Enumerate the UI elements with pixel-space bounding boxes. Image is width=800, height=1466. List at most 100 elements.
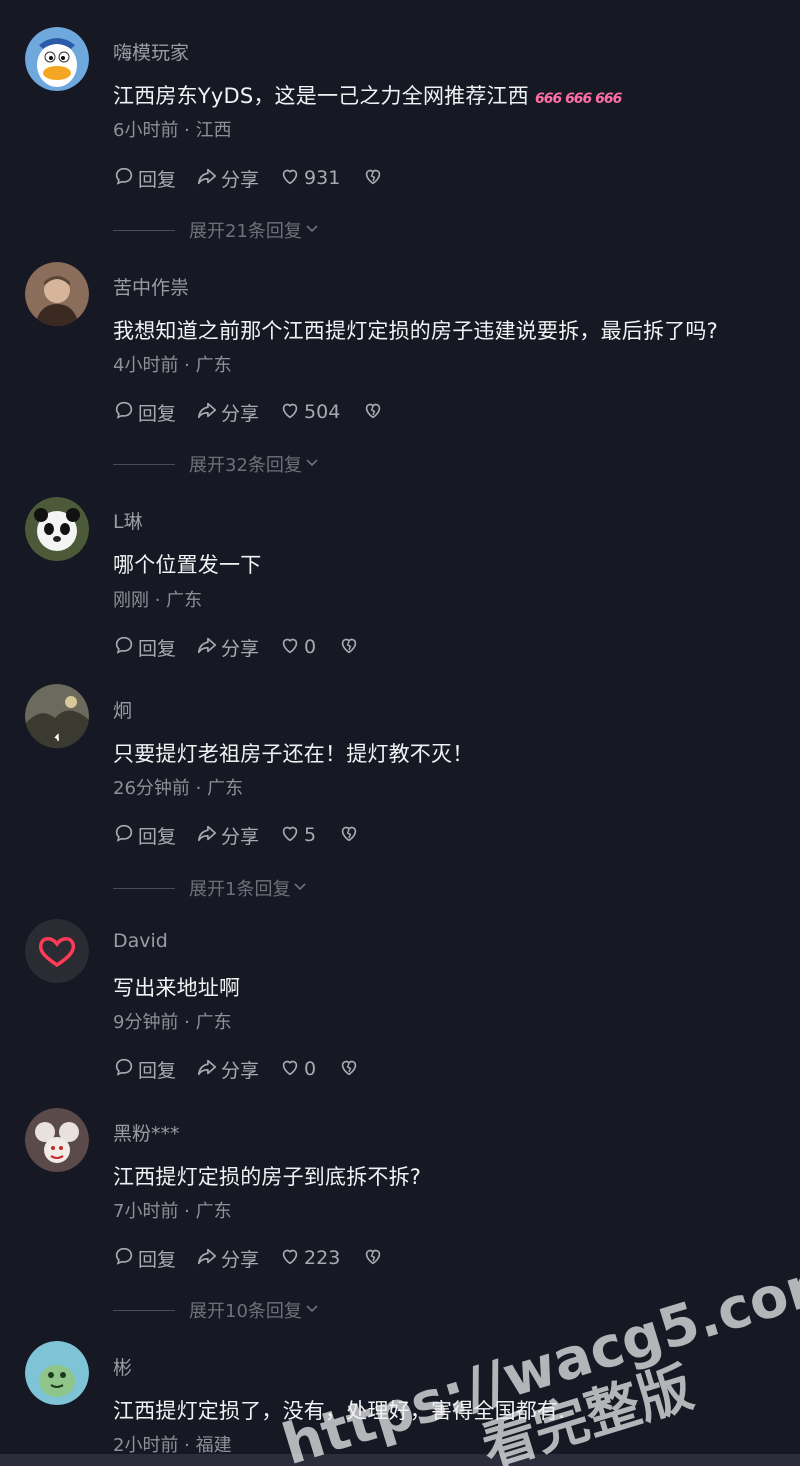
comment-actions: 回复 分享 5 xyxy=(113,821,383,849)
watermark-url: https://wacg5.com xyxy=(275,1245,800,1466)
comment-text: 江西提灯定损了，没有，处理好，害得全国都有. xyxy=(113,1399,566,1423)
comment-username[interactable]: L琳 xyxy=(113,507,143,534)
dislike-button[interactable] xyxy=(338,822,363,849)
like-count: 504 xyxy=(304,401,341,423)
reply-button[interactable]: 回复 xyxy=(113,822,176,849)
comment-meta: 刚刚 · 广东 xyxy=(113,590,203,611)
bottom-bar xyxy=(0,1454,800,1466)
reply-button[interactable]: 回复 xyxy=(113,399,176,426)
reply-button[interactable]: 回复 xyxy=(113,634,176,661)
reply-icon xyxy=(113,822,138,849)
like-count: 0 xyxy=(304,1058,317,1080)
emoji-666: 666 666 666 xyxy=(534,91,622,107)
comment-meta: 26分钟前 · 广东 xyxy=(113,778,244,799)
expand-replies-label: 展开10条回复 xyxy=(189,1301,302,1322)
avatar[interactable] xyxy=(25,684,89,748)
share-label: 分享 xyxy=(221,1248,260,1271)
reply-label: 回复 xyxy=(138,1248,177,1271)
comment-actions: 回复 分享 223 xyxy=(113,1244,407,1272)
chevron-down-icon xyxy=(302,220,320,241)
like-count: 223 xyxy=(304,1247,341,1269)
avatar[interactable] xyxy=(25,27,89,91)
comment-actions: 回复 分享 931 xyxy=(113,164,407,192)
comment-text: 写出来地址啊 xyxy=(113,976,241,1000)
dislike-button[interactable] xyxy=(362,399,387,426)
comment-meta: 9分钟前 · 广东 xyxy=(113,1012,232,1033)
comment-meta: 4小时前 · 广东 xyxy=(113,355,232,376)
comment-text: 江西房东YyDS，这是一己之力全网推荐江西 666 666 666 xyxy=(113,80,622,110)
share-button[interactable]: 分享 xyxy=(196,634,259,661)
heart-icon xyxy=(279,1056,304,1083)
dislike-button[interactable] xyxy=(362,1245,387,1272)
share-label: 分享 xyxy=(221,637,260,660)
comment-text: 哪个位置发一下 xyxy=(113,553,262,577)
watermark: https://wacg5.com 看完整版 xyxy=(250,1245,800,1466)
like-button[interactable]: 5 xyxy=(279,822,316,849)
share-button[interactable]: 分享 xyxy=(196,165,259,192)
like-button[interactable]: 0 xyxy=(279,634,316,661)
chevron-down-icon xyxy=(302,1300,320,1321)
comment-username[interactable]: 嗨模玩家 xyxy=(113,38,189,65)
comment-username[interactable]: 黑粉*** xyxy=(113,1119,180,1146)
broken-heart-icon xyxy=(362,165,387,192)
reply-icon xyxy=(113,1056,138,1083)
heart-icon xyxy=(279,165,304,192)
share-label: 分享 xyxy=(221,168,260,191)
broken-heart-icon xyxy=(338,634,363,661)
avatar[interactable] xyxy=(25,1341,89,1405)
expand-replies-button[interactable]: 展开21条回复 xyxy=(113,218,320,242)
avatar[interactable] xyxy=(25,262,89,326)
divider-line xyxy=(113,887,175,889)
avatar[interactable] xyxy=(25,1108,89,1172)
comment-meta: 6小时前 · 江西 xyxy=(113,120,232,141)
comment-actions: 回复 分享 504 xyxy=(113,398,407,426)
avatar[interactable] xyxy=(25,497,89,561)
divider-line xyxy=(113,229,175,231)
heart-icon xyxy=(279,399,304,426)
reply-button[interactable]: 回复 xyxy=(113,1245,176,1272)
reply-icon xyxy=(113,165,138,192)
share-button[interactable]: 分享 xyxy=(196,1056,259,1083)
like-button[interactable]: 504 xyxy=(279,399,340,426)
expand-replies-label: 展开32条回复 xyxy=(189,455,302,476)
expand-replies-button[interactable]: 展开10条回复 xyxy=(113,1298,320,1322)
share-icon xyxy=(196,1245,221,1272)
heart-icon xyxy=(279,634,304,661)
divider-line xyxy=(113,1309,175,1311)
comment-username[interactable]: 炯 xyxy=(113,696,132,723)
share-icon xyxy=(196,822,221,849)
share-label: 分享 xyxy=(221,402,260,425)
expand-replies-button[interactable]: 展开1条回复 xyxy=(113,876,308,900)
reply-icon xyxy=(113,399,138,426)
comment-actions: 回复 分享 0 xyxy=(113,1055,383,1083)
chevron-down-icon xyxy=(302,454,320,475)
expand-replies-button[interactable]: 展开32条回复 xyxy=(113,452,320,476)
like-button[interactable]: 223 xyxy=(279,1245,340,1272)
comment-text: 只要提灯老祖房子还在！提灯教不灭！ xyxy=(113,742,474,766)
reply-button[interactable]: 回复 xyxy=(113,1056,176,1083)
dislike-button[interactable] xyxy=(338,1056,363,1083)
comment-username[interactable]: David xyxy=(113,930,168,952)
share-button[interactable]: 分享 xyxy=(196,822,259,849)
broken-heart-icon xyxy=(362,1245,387,1272)
like-button[interactable]: 0 xyxy=(279,1056,316,1083)
heart-icon xyxy=(279,1245,304,1272)
reply-label: 回复 xyxy=(138,1059,177,1082)
reply-button[interactable]: 回复 xyxy=(113,165,176,192)
avatar[interactable] xyxy=(25,919,89,983)
comment-text: 江西提灯定损的房子到底拆不拆? xyxy=(113,1165,422,1189)
comment-username[interactable]: 彬 xyxy=(113,1353,132,1380)
comment-actions: 回复 分享 0 xyxy=(113,633,383,661)
reply-label: 回复 xyxy=(138,168,177,191)
reply-label: 回复 xyxy=(138,637,177,660)
like-count: 931 xyxy=(304,167,341,189)
comment-meta: 7小时前 · 广东 xyxy=(113,1201,232,1222)
comment-username[interactable]: 苦中作祟 xyxy=(113,273,189,300)
share-icon xyxy=(196,634,221,661)
dislike-button[interactable] xyxy=(338,634,363,661)
share-button[interactable]: 分享 xyxy=(196,399,259,426)
like-button[interactable]: 931 xyxy=(279,165,340,192)
share-button[interactable]: 分享 xyxy=(196,1245,259,1272)
chevron-down-icon xyxy=(290,878,308,899)
dislike-button[interactable] xyxy=(362,165,387,192)
